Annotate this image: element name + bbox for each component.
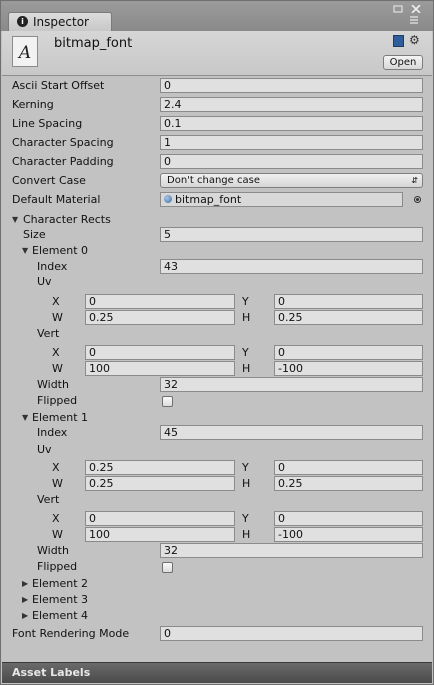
vert-h-label: H xyxy=(242,362,251,375)
size-field[interactable]: 5 xyxy=(160,227,423,242)
vert-w-field[interactable]: 100 xyxy=(85,527,235,542)
vert-y-field[interactable]: 0 xyxy=(274,345,423,360)
expand-arrow-icon[interactable]: ▼ xyxy=(22,246,28,255)
uv-y-field[interactable]: 0 xyxy=(274,294,423,309)
ascii-start-offset-field[interactable]: 0 xyxy=(160,78,423,93)
width-field[interactable]: 32 xyxy=(160,377,423,392)
vert-x-field[interactable]: 0 xyxy=(85,511,235,526)
vert-h-label: H xyxy=(242,528,251,541)
vert-y-field[interactable]: 0 xyxy=(274,511,423,526)
vert-label: Vert xyxy=(37,493,60,506)
uv-h-label: H xyxy=(242,311,251,324)
info-icon: i xyxy=(17,16,28,27)
uv-h-field[interactable]: 0.25 xyxy=(274,310,423,325)
tab-label: Inspector xyxy=(33,15,89,29)
index-field[interactable]: 43 xyxy=(160,259,423,274)
element-1-label: Element 1 xyxy=(32,411,89,424)
character-rects-label: Character Rects xyxy=(23,213,111,226)
flipped-checkbox[interactable] xyxy=(162,396,173,407)
index-label: Index xyxy=(37,260,68,273)
vert-y-label: Y xyxy=(242,346,249,359)
uv-label: Uv xyxy=(37,443,52,456)
uv-y-label: Y xyxy=(242,295,249,308)
uv-x-label: X xyxy=(52,461,60,474)
object-picker-icon[interactable] xyxy=(414,196,421,203)
index-label: Index xyxy=(37,426,68,439)
vert-w-label: W xyxy=(52,362,63,375)
flipped-label: Flipped xyxy=(37,560,78,573)
character-spacing-field[interactable]: 1 xyxy=(160,135,423,150)
expand-arrow-icon[interactable]: ▼ xyxy=(22,413,28,422)
uv-w-label: W xyxy=(52,477,63,490)
font-rendering-mode-field[interactable]: 0 xyxy=(160,626,423,641)
uv-label: Uv xyxy=(37,275,52,288)
asset-header: A bitmap_font ⚙ Open xyxy=(2,31,432,76)
line-spacing-field[interactable]: 0.1 xyxy=(160,116,423,131)
line-spacing-label: Line Spacing xyxy=(12,117,83,130)
gear-icon[interactable]: ⚙ xyxy=(409,33,420,47)
inspector-window: i Inspector A bitmap_font ⚙ Open Ascii S… xyxy=(0,0,434,685)
flipped-checkbox[interactable] xyxy=(162,562,173,573)
uv-x-label: X xyxy=(52,295,60,308)
font-rendering-mode-label: Font Rendering Mode xyxy=(12,627,130,640)
element-0-label: Element 0 xyxy=(32,244,89,257)
vert-h-field[interactable]: -100 xyxy=(274,361,423,376)
expand-arrow-icon[interactable]: ▼ xyxy=(12,215,18,224)
open-button[interactable]: Open xyxy=(383,55,423,70)
character-spacing-label: Character Spacing xyxy=(12,136,114,149)
vert-y-label: Y xyxy=(242,512,249,525)
collapsed-arrow-icon[interactable]: ▶ xyxy=(22,579,28,588)
context-menu-icon[interactable] xyxy=(409,15,419,25)
convert-case-value: Don't change case xyxy=(167,175,260,186)
vert-x-label: X xyxy=(52,512,60,525)
asset-labels-bar[interactable]: Asset Labels xyxy=(2,662,432,683)
uv-w-field[interactable]: 0.25 xyxy=(85,310,235,325)
ascii-start-offset-label: Ascii Start Offset xyxy=(12,79,105,92)
size-label: Size xyxy=(23,228,46,241)
element-4-label[interactable]: Element 4 xyxy=(32,609,88,622)
asset-title: bitmap_font xyxy=(54,36,133,51)
kerning-field[interactable]: 2.4 xyxy=(160,97,423,112)
element-3-label[interactable]: Element 3 xyxy=(32,593,88,606)
uv-y-field[interactable]: 0 xyxy=(274,460,423,475)
convert-case-dropdown[interactable]: Don't change case ⇵ xyxy=(160,173,423,188)
material-icon xyxy=(164,195,172,203)
uv-h-field[interactable]: 0.25 xyxy=(274,476,423,491)
character-padding-label: Character Padding xyxy=(12,155,114,168)
element-2-label[interactable]: Element 2 xyxy=(32,577,88,590)
vert-label: Vert xyxy=(37,327,60,340)
vert-x-label: X xyxy=(52,346,60,359)
dropdown-arrow-icon: ⇵ xyxy=(411,176,418,185)
asset-labels-title: Asset Labels xyxy=(12,666,91,679)
vert-w-label: W xyxy=(52,528,63,541)
uv-w-field[interactable]: 0.25 xyxy=(85,476,235,491)
uv-y-label: Y xyxy=(242,461,249,474)
vert-x-field[interactable]: 0 xyxy=(85,345,235,360)
width-field[interactable]: 32 xyxy=(160,543,423,558)
collapsed-arrow-icon[interactable]: ▶ xyxy=(22,595,28,604)
default-material-label: Default Material xyxy=(12,193,101,206)
width-label: Width xyxy=(37,378,69,391)
default-material-value: bitmap_font xyxy=(175,193,242,206)
uv-w-label: W xyxy=(52,311,63,324)
close-icon[interactable] xyxy=(411,5,421,13)
vert-h-field[interactable]: -100 xyxy=(274,527,423,542)
kerning-label: Kerning xyxy=(12,98,54,111)
maximize-icon[interactable] xyxy=(393,5,403,13)
uv-x-field[interactable]: 0 xyxy=(85,294,235,309)
default-material-field[interactable]: bitmap_font xyxy=(160,192,403,207)
vert-w-field[interactable]: 100 xyxy=(85,361,235,376)
character-padding-field[interactable]: 0 xyxy=(160,154,423,169)
width-label: Width xyxy=(37,544,69,557)
uv-h-label: H xyxy=(242,477,251,490)
uv-x-field[interactable]: 0.25 xyxy=(85,460,235,475)
title-bar: i Inspector xyxy=(1,1,433,31)
index-field[interactable]: 45 xyxy=(160,425,423,440)
help-book-icon[interactable] xyxy=(393,35,404,47)
collapsed-arrow-icon[interactable]: ▶ xyxy=(22,611,28,620)
tab-inspector[interactable]: i Inspector xyxy=(8,12,112,31)
flipped-label: Flipped xyxy=(37,394,78,407)
convert-case-label: Convert Case xyxy=(12,174,86,187)
font-asset-icon: A xyxy=(12,36,38,67)
